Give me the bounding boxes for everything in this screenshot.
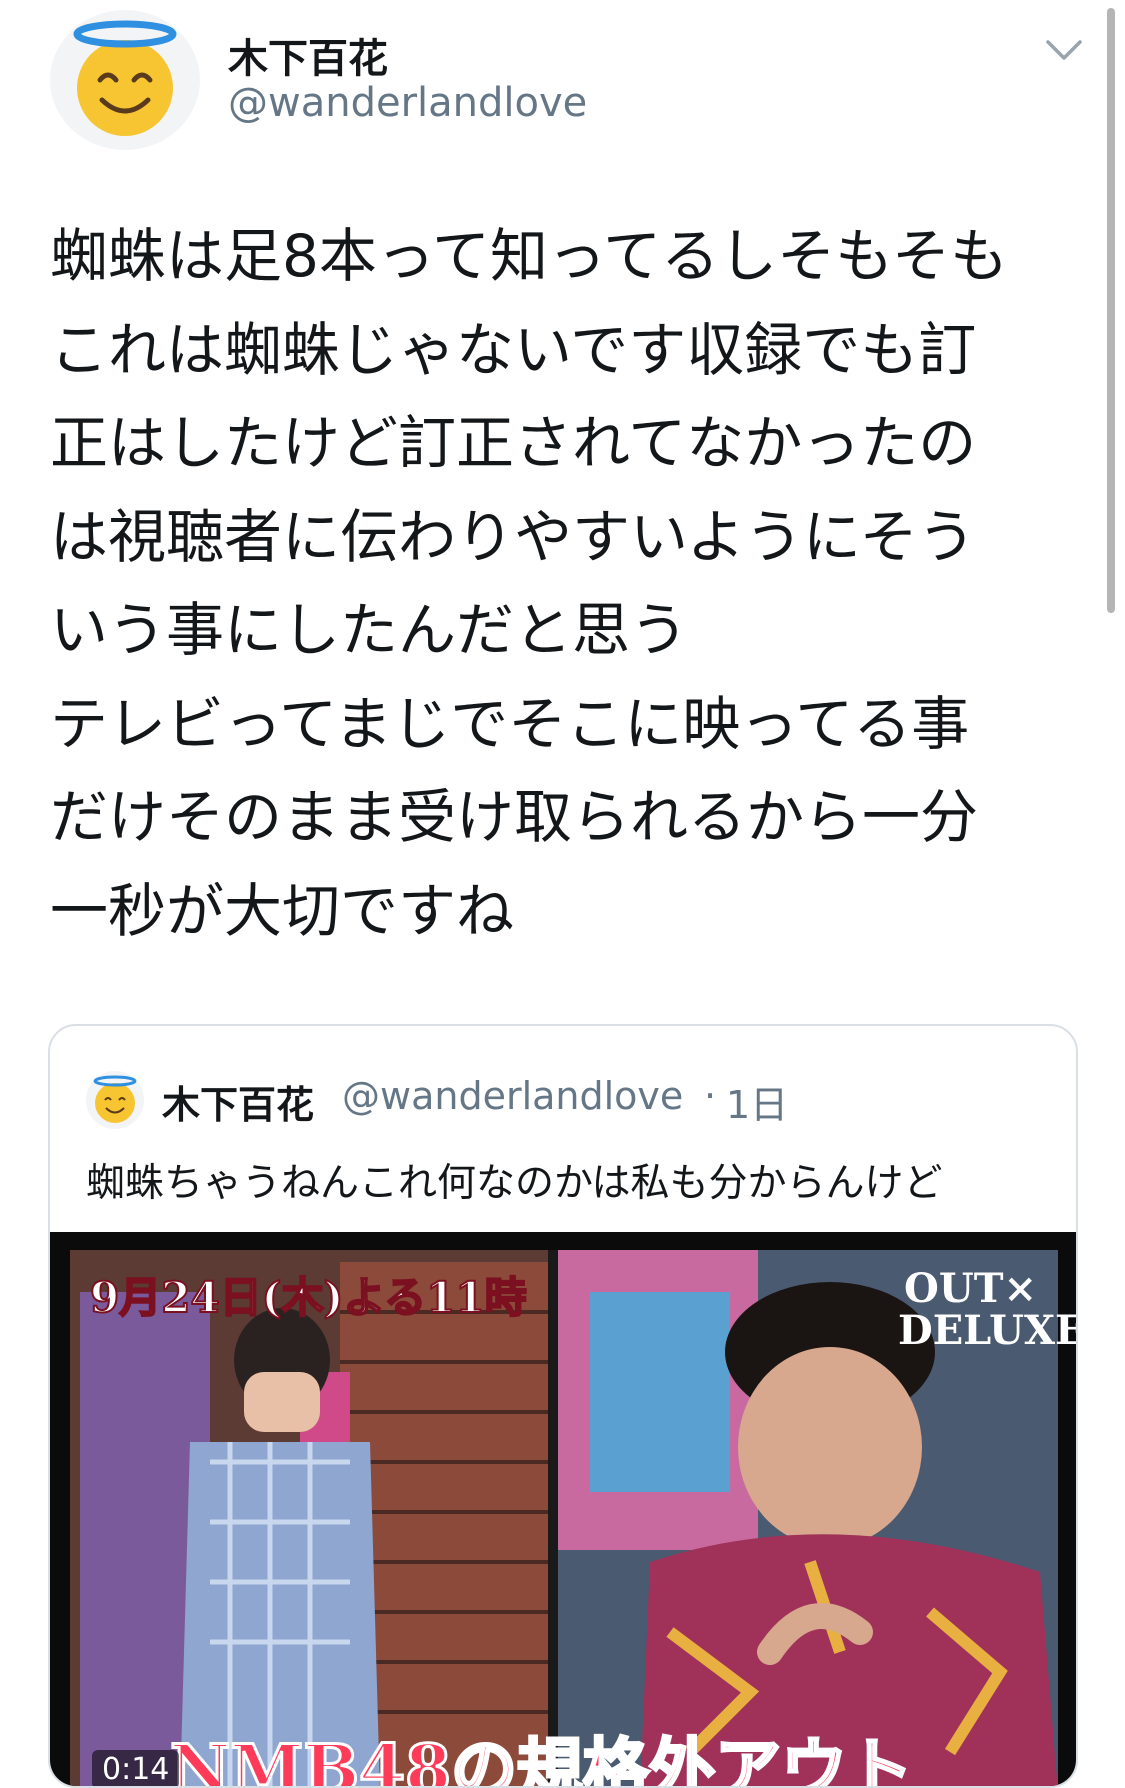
video-date-overlay: 9月24日(木)よる11時 xyxy=(90,1273,527,1322)
quoted-author-avatar xyxy=(86,1071,144,1129)
author-avatar[interactable] xyxy=(50,10,200,150)
tweet-text-line: だけそのまま受け取られるから一分 xyxy=(50,783,979,851)
quoted-tweet-card[interactable]: 木下百花 @wanderlandlove · 1日 蜘蛛ちゃうねんこれ何なのかは… xyxy=(48,1024,1078,1788)
tweet-text-line: 正はしたけど訂正されてなかったの xyxy=(50,409,977,477)
quoted-timestamp[interactable]: 1日 xyxy=(726,1074,788,1129)
author-handle[interactable]: @wanderlandlove xyxy=(228,80,587,126)
tweet-text-line: 一秒が大切ですね xyxy=(50,876,515,945)
separator-dot: · xyxy=(704,1074,717,1118)
video-duration-badge: 0:14 xyxy=(92,1750,180,1786)
quoted-author-handle: @wanderlandlove xyxy=(342,1074,684,1118)
tweet-text-line: 蜘蛛は足8本って知ってるしそもそも xyxy=(50,222,1008,290)
quoted-author-name: 木下百花 xyxy=(162,1083,315,1127)
scrollbar[interactable] xyxy=(1107,8,1115,613)
tweet-text: 蜘蛛は足8本って知ってるしそもそも これは蜘蛛じゃないです収録でも訂 正はしたけ… xyxy=(50,210,1080,958)
tweet-text-line: は視聴者に伝わりやすいようにそう xyxy=(50,502,976,571)
author-display-name[interactable]: 木下百花 xyxy=(228,26,388,84)
smiling-face-with-halo-icon xyxy=(73,20,177,136)
quoted-tweet-text: 蜘蛛ちゃうねんこれ何なのかは私も分からんけど xyxy=(86,1161,943,1206)
show-logo-top: OUT× xyxy=(904,1265,1037,1312)
smiling-face-with-halo-icon xyxy=(93,1075,137,1123)
tweet-text-line: これは蜘蛛じゃないです収録でも訂 xyxy=(50,315,977,384)
video-thumbnail[interactable]: 9月24日(木)よる11時 OUT× DELUXE NMB48の規格外アウト 0… xyxy=(50,1232,1076,1788)
chevron-down-icon[interactable] xyxy=(1040,34,1088,66)
show-logo-bottom: DELUXE xyxy=(898,1307,1076,1354)
tweet-text-line: いう事にしたんだと思う xyxy=(50,596,689,664)
video-caption-overlay: NMB48の規格外アウト xyxy=(170,1730,913,1788)
video-frame: 9月24日(木)よる11時 OUT× DELUXE NMB48の規格外アウト xyxy=(70,1250,1076,1788)
tweet-text-line: テレビってまじでそこに映ってる事 xyxy=(50,689,970,758)
